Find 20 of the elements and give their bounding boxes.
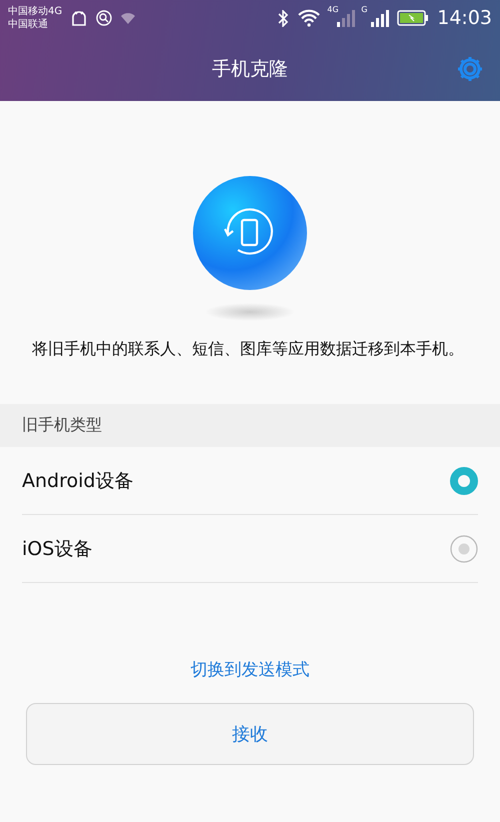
wifi-icon <box>297 9 322 27</box>
device-type-option[interactable]: Android设备 <box>22 468 450 494</box>
receive-button[interactable]: 接收 <box>26 703 474 765</box>
network-type-label: 4G <box>327 5 339 14</box>
carrier-name: 中国移动4G <box>8 5 62 18</box>
search-icon <box>96 10 112 26</box>
device-type-option[interactable]: iOS设备 <box>22 536 450 562</box>
battery-icon <box>397 10 430 26</box>
description-text: 将旧手机中的联系人、短信、图库等应用数据迁移到本手机。 <box>31 338 465 360</box>
network-type-label: G <box>361 5 368 14</box>
switch-mode-link[interactable]: 切换到发送模式 <box>184 657 316 682</box>
bluetooth-icon <box>278 10 290 26</box>
section-header: 旧手机类型 <box>22 415 102 436</box>
settings-icon[interactable] <box>456 55 484 83</box>
carrier-name: 中国联通 <box>8 18 49 31</box>
screen-title: 手机克隆 <box>212 56 288 82</box>
radio-button[interactable] <box>450 466 478 494</box>
radio-button[interactable] <box>450 534 478 562</box>
signal-icon <box>369 9 390 27</box>
status-time: 14:03 <box>437 7 492 29</box>
